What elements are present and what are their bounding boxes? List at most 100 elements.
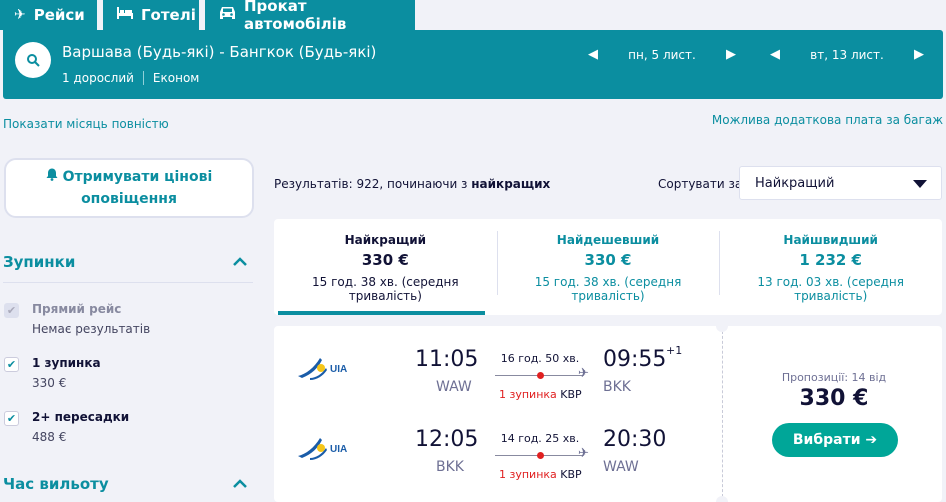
- return-date-nav: ◀ вт, 13 лист. ▶: [770, 47, 924, 62]
- baggage-fees-link[interactable]: Можлива додаткова плата за багаж: [712, 113, 943, 127]
- car-icon: [219, 6, 236, 24]
- bell-icon: [46, 168, 63, 185]
- chevron-up-icon[interactable]: [232, 476, 248, 492]
- card-notch: [716, 320, 728, 332]
- prev-depart-date-icon[interactable]: ◀: [588, 47, 598, 62]
- option-sub: 488 €: [32, 430, 67, 444]
- arrival-airport: BKK: [603, 379, 631, 395]
- flight-price: 330 €: [799, 386, 869, 411]
- summary-title: Найдешевший: [556, 233, 660, 247]
- summary-cheapest[interactable]: Найдешевший 330 € 15 год. 38 хв. (середн…: [496, 219, 720, 315]
- return-leg: UIA 12:05 BKK 14 год. 25 хв. ✈ 1 зупинка…: [274, 426, 714, 486]
- summary-price: 1 232 €: [799, 251, 862, 269]
- cabin-text: Економ: [152, 71, 200, 85]
- stops-heading[interactable]: Зупинки: [3, 253, 75, 271]
- divider: [722, 326, 723, 502]
- option-sub: 330 €: [32, 376, 67, 390]
- prev-return-date-icon[interactable]: ◀: [770, 47, 780, 62]
- tab-flights-label: Рейси: [33, 6, 85, 24]
- checkbox-one-stop[interactable]: ✔: [4, 357, 19, 372]
- tab-car-hire[interactable]: Прокат автомобілів: [205, 0, 415, 33]
- return-date[interactable]: вт, 13 лист.: [780, 48, 914, 62]
- departure-time: 11:05: [415, 347, 479, 372]
- stops-info: 1 зупинка KBP: [499, 388, 582, 401]
- airline-logo: UIA: [298, 358, 347, 380]
- sort-select[interactable]: Найкращий: [739, 166, 942, 200]
- flight-duration: 16 год. 50 хв.: [500, 352, 580, 365]
- tab-car-hire-label: Прокат автомобілів: [244, 0, 347, 33]
- airline-logo: UIA: [298, 438, 347, 460]
- tab-flights[interactable]: ✈ Рейси: [0, 0, 97, 30]
- summary-fastest[interactable]: Найшвидший 1 232 € 13 год. 03 хв. (серед…: [719, 219, 942, 315]
- tab-hotels[interactable]: Готелі: [103, 0, 199, 30]
- summary-duration: 15 год. 38 хв. (середня тривалість): [534, 275, 682, 303]
- plane-icon: ✈: [14, 7, 26, 23]
- search-button[interactable]: [15, 42, 51, 78]
- option-sub: Немає результатів: [32, 322, 151, 336]
- option-label: 2+ пересадки: [32, 410, 130, 424]
- show-whole-month-link[interactable]: Показати місяць повністю: [3, 117, 169, 131]
- plane-icon: ✈: [578, 366, 589, 381]
- chevron-up-icon[interactable]: [232, 254, 248, 270]
- price-alerts-button[interactable]: Отримувати цінові оповіщення: [4, 158, 254, 218]
- arrival-airport: WAW: [603, 459, 639, 475]
- departure-airport: BKK: [436, 459, 464, 475]
- results-count-bold: найкращих: [471, 177, 551, 191]
- price-alerts-line1: Отримувати цінові: [62, 169, 213, 185]
- caret-down-icon: [913, 180, 927, 188]
- arrival-time: 09:55: [603, 347, 667, 372]
- trip-details: 1 дорослий Економ: [62, 71, 199, 85]
- divider: [142, 71, 144, 85]
- departure-time: 12:05: [415, 427, 479, 452]
- tab-hotels-label: Готелі: [141, 6, 196, 24]
- arrival-time: 20:30: [603, 427, 667, 452]
- summary-title: Найшвидший: [783, 233, 878, 247]
- departure-time-heading[interactable]: Час вильоту: [3, 475, 109, 493]
- search-icon: [27, 54, 40, 67]
- next-depart-date-icon[interactable]: ▶: [726, 47, 736, 62]
- option-label: 1 зупинка: [32, 356, 101, 370]
- stop-airport: KBP: [560, 388, 582, 401]
- sort-label: Сортувати за: [658, 177, 743, 191]
- option-label: Прямий рейс: [32, 302, 122, 316]
- route-text[interactable]: Варшава (Будь-які) - Бангкок (Будь-які): [62, 43, 376, 61]
- checkbox-two-plus[interactable]: ✔: [4, 411, 19, 426]
- plus-days: +1: [666, 344, 683, 357]
- checkbox-direct: ✔: [4, 303, 19, 318]
- airline-logo-text: UIA: [330, 364, 347, 375]
- outbound-leg: UIA 11:05 WAW 16 год. 50 хв. ✈ 1 зупинка…: [274, 344, 714, 406]
- stop-airport: KBP: [560, 468, 582, 481]
- bed-icon: [117, 7, 133, 23]
- flight-result-card[interactable]: UIA 11:05 WAW 16 год. 50 хв. ✈ 1 зупинка…: [274, 320, 942, 502]
- summary-best[interactable]: Найкращий 330 € 15 год. 38 хв. (середня …: [274, 219, 497, 315]
- summary-title: Найкращий: [344, 233, 427, 247]
- divider: [3, 282, 253, 283]
- stops-info: 1 зупинка KBP: [499, 468, 582, 481]
- flight-duration: 14 год. 25 хв.: [500, 432, 580, 445]
- results-count-prefix: Результатів: 922, починаючи з: [274, 177, 472, 191]
- stops-count: 1 зупинка: [499, 468, 557, 481]
- departure-airport: WAW: [436, 379, 472, 395]
- summary-price: 330 €: [584, 251, 632, 269]
- next-return-date-icon[interactable]: ▶: [914, 47, 924, 62]
- sort-summary-tabs: Найкращий 330 € 15 год. 38 хв. (середня …: [274, 219, 942, 315]
- summary-duration: 13 год. 03 хв. (середня тривалість): [757, 275, 904, 303]
- summary-duration: 15 год. 38 хв. (середня тривалість): [312, 275, 459, 303]
- search-summary-bar: Варшава (Будь-які) - Бангкок (Будь-які) …: [3, 30, 943, 99]
- stop-dot: [537, 372, 544, 379]
- stop-dot: [537, 452, 544, 459]
- summary-price: 330 €: [361, 251, 409, 269]
- card-notch: [716, 496, 728, 502]
- offers-count: Пропозиції: 14 від: [781, 371, 887, 384]
- select-button[interactable]: Вибрати ➔: [772, 423, 898, 457]
- results-count: Результатів: 922, починаючи з найкращих: [274, 177, 550, 191]
- airline-logo-text: UIA: [330, 444, 347, 455]
- price-alerts-line2: оповіщення: [81, 191, 177, 207]
- plane-icon: ✈: [578, 446, 589, 461]
- stops-count: 1 зупинка: [499, 388, 557, 401]
- product-tabs: ✈ Рейси Готелі Прокат автомобілів: [0, 0, 421, 33]
- depart-date-nav: ◀ пн, 5 лист. ▶: [588, 47, 736, 62]
- sort-value: Найкращий: [755, 175, 835, 191]
- passengers-text: 1 дорослий: [62, 71, 134, 85]
- depart-date[interactable]: пн, 5 лист.: [598, 48, 726, 62]
